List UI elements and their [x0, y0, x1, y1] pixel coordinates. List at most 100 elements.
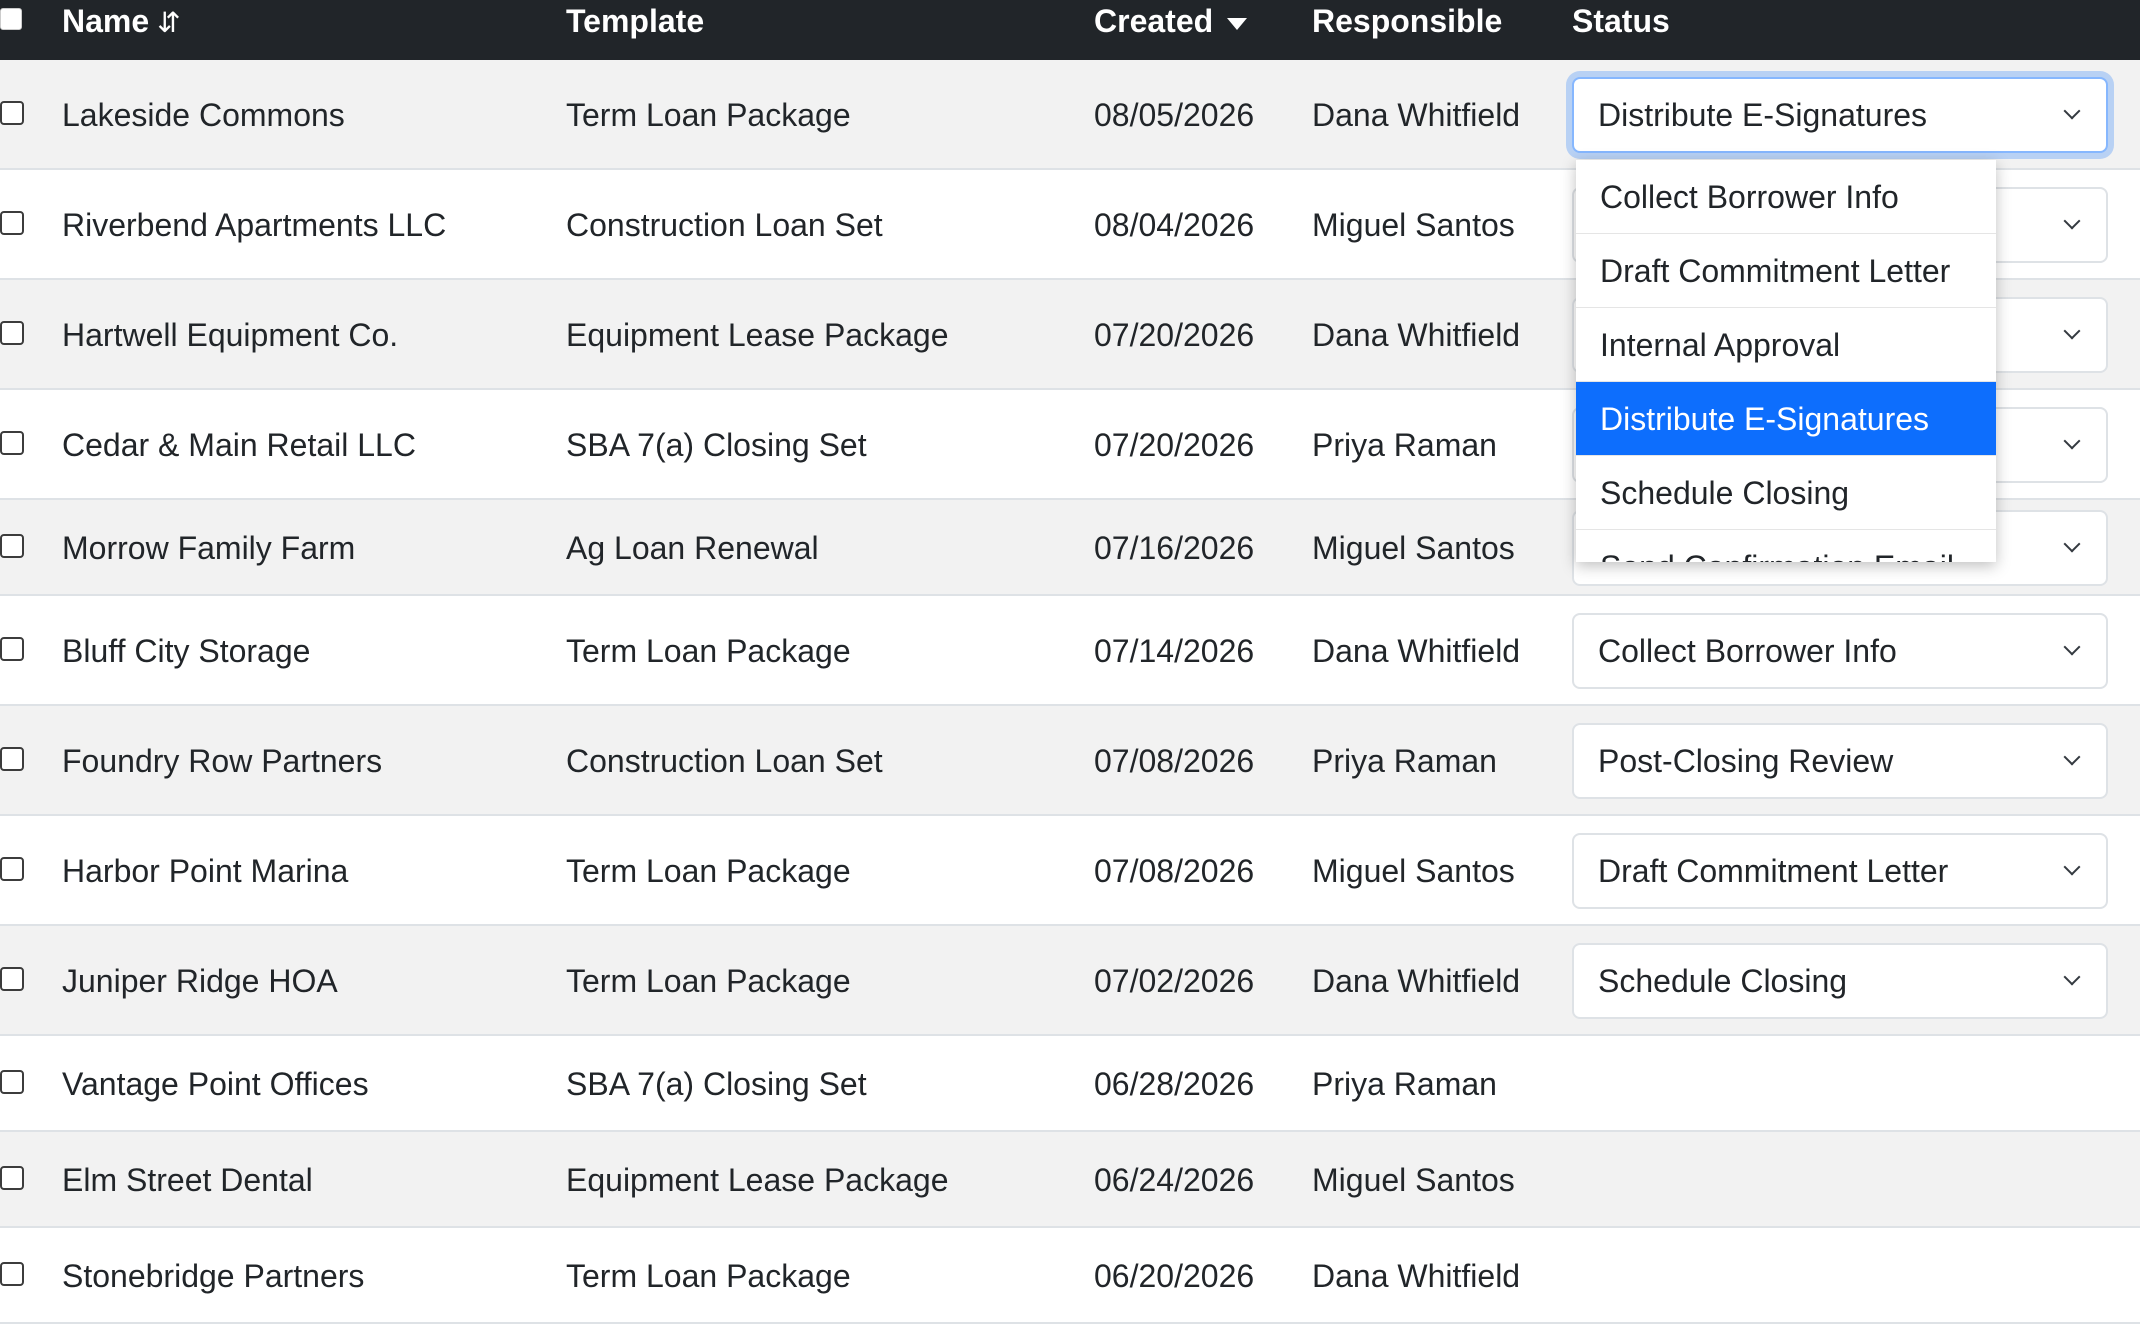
- cell-template: Ag Loan Renewal: [566, 530, 819, 566]
- table-row: Harbor Point Marina Term Loan Package 07/0…: [0, 816, 2140, 926]
- cell-template: SBA 7(a) Closing Set: [566, 1066, 867, 1102]
- dropdown-option[interactable]: Distribute E-Signatures: [1576, 382, 1996, 456]
- cell-created: 07/14/2026: [1094, 633, 1255, 669]
- cell-responsible: Dana Whitfield: [1312, 633, 1521, 669]
- row-checkbox[interactable]: [0, 1070, 24, 1094]
- cell-created: 08/04/2026: [1094, 207, 1255, 243]
- row-checkbox[interactable]: [0, 321, 24, 345]
- cell-template: Construction Loan Set: [566, 743, 883, 779]
- cell-responsible: Dana Whitfield: [1312, 963, 1521, 999]
- cell-created: 08/05/2026: [1094, 97, 1255, 133]
- cell-created: 06/28/2026: [1094, 1066, 1255, 1102]
- dropdown-option[interactable]: Schedule Closing: [1576, 456, 1996, 530]
- status-select-value: Collect Borrower Info: [1598, 633, 1897, 669]
- status-select-value: Draft Commitment Letter: [1598, 853, 1949, 889]
- cell-name: Harbor Point Marina: [62, 853, 349, 889]
- cell-responsible: Priya Raman: [1312, 427, 1497, 463]
- status-select[interactable]: Draft Commitment Letter: [1572, 833, 2108, 909]
- row-checkbox[interactable]: [0, 101, 24, 125]
- cell-name: Stonebridge Partners: [62, 1258, 365, 1294]
- row-checkbox[interactable]: [0, 637, 24, 661]
- table-row: Elm Street Dental Equipment Lease Package…: [0, 1132, 2140, 1228]
- column-header-status[interactable]: Status: [1572, 0, 1670, 44]
- status-select-value: Distribute E-Signatures: [1598, 97, 1928, 133]
- chevron-down-icon[interactable]: [2063, 748, 2081, 766]
- chevron-down-icon[interactable]: [2063, 535, 2081, 553]
- table-row: Lakeside Commons Term Loan Package 08/05/2…: [0, 60, 2140, 170]
- table-row: Vantage Point Offices SBA 7(a) Closing Se…: [0, 1036, 2140, 1132]
- table-row: Stonebridge Partners Term Loan Package 06/…: [0, 1228, 2140, 1324]
- cell-responsible: Miguel Santos: [1312, 853, 1515, 889]
- column-header-created-label: Created: [1094, 3, 1214, 39]
- cell-template: Construction Loan Set: [566, 207, 883, 243]
- table-row: Foundry Row Partners Construction Loan Se…: [0, 706, 2140, 816]
- cell-name: Foundry Row Partners: [62, 743, 383, 779]
- column-header-responsible[interactable]: Responsible: [1312, 0, 1502, 44]
- status-select[interactable]: Post-Closing Review: [1572, 723, 2108, 799]
- cell-responsible: Dana Whitfield: [1312, 317, 1521, 353]
- chevron-down-icon[interactable]: [2063, 858, 2081, 876]
- chevron-down-icon[interactable]: [2063, 968, 2081, 986]
- cell-template: Term Loan Package: [566, 963, 851, 999]
- cell-template: SBA 7(a) Closing Set: [566, 427, 867, 463]
- status-select[interactable]: Distribute E-Signatures: [1572, 77, 2108, 153]
- row-checkbox[interactable]: [0, 967, 24, 991]
- table-row: Bluff City Storage Term Loan Package 07/14…: [0, 596, 2140, 706]
- dropdown-option[interactable]: Send Confirmation Email: [1576, 530, 1996, 562]
- cell-responsible: Priya Raman: [1312, 743, 1497, 779]
- status-select[interactable]: Schedule Closing: [1572, 943, 2108, 1019]
- dropdown-option[interactable]: Internal Approval: [1576, 308, 1996, 382]
- cell-created: 07/02/2026: [1094, 963, 1255, 999]
- cell-template: Term Loan Package: [566, 633, 851, 669]
- cell-name: Elm Street Dental: [62, 1162, 313, 1198]
- cell-name: Cedar & Main Retail LLC: [62, 427, 416, 463]
- row-checkbox[interactable]: [0, 747, 24, 771]
- cell-template: Term Loan Package: [566, 97, 851, 133]
- column-header-name[interactable]: Name ⇵: [62, 0, 181, 44]
- cell-created: 06/24/2026: [1094, 1162, 1255, 1198]
- cell-responsible: Priya Raman: [1312, 1066, 1497, 1102]
- cell-created: 06/20/2026: [1094, 1258, 1255, 1294]
- status-select-value: Schedule Closing: [1598, 963, 1848, 999]
- cell-name: Bluff City Storage: [62, 633, 311, 669]
- table-row: Juniper Ridge HOA Term Loan Package 07/02/…: [0, 926, 2140, 1036]
- row-checkbox[interactable]: [0, 1262, 24, 1286]
- column-header-created[interactable]: Created: [1094, 0, 1248, 44]
- row-checkbox[interactable]: [0, 857, 24, 881]
- cell-template: Equipment Lease Package: [566, 317, 949, 353]
- cell-created: 07/20/2026: [1094, 317, 1255, 353]
- select-all-checkbox[interactable]: [0, 8, 22, 30]
- row-checkbox[interactable]: [0, 1166, 24, 1190]
- column-header-template[interactable]: Template: [566, 0, 704, 44]
- status-select-value: Post-Closing Review: [1598, 743, 1894, 779]
- row-checkbox[interactable]: [0, 534, 24, 558]
- cell-template: Term Loan Package: [566, 1258, 851, 1294]
- chevron-down-icon[interactable]: [2063, 432, 2081, 450]
- cell-name: Lakeside Commons: [62, 97, 345, 133]
- sort-arrows-icon[interactable]: ⇵: [157, 2, 180, 44]
- status-select[interactable]: Collect Borrower Info: [1572, 613, 2108, 689]
- cell-created: 07/08/2026: [1094, 853, 1255, 889]
- chevron-down-icon[interactable]: [2063, 212, 2081, 230]
- row-checkbox[interactable]: [0, 431, 24, 455]
- chevron-down-icon[interactable]: [2063, 102, 2081, 120]
- cell-responsible: Miguel Santos: [1312, 530, 1515, 566]
- chevron-down-icon[interactable]: [2063, 322, 2081, 340]
- caret-down-icon[interactable]: [1227, 17, 1248, 30]
- dropdown-option[interactable]: Collect Borrower Info: [1576, 160, 1996, 234]
- cell-responsible: Dana Whitfield: [1312, 1258, 1521, 1294]
- chevron-down-icon[interactable]: [2063, 638, 2081, 656]
- cell-created: 07/20/2026: [1094, 427, 1255, 463]
- cell-template: Equipment Lease Package: [566, 1162, 949, 1198]
- cell-responsible: Miguel Santos: [1312, 207, 1515, 243]
- cell-name: Juniper Ridge HOA: [62, 963, 338, 999]
- dropdown-option[interactable]: Draft Commitment Letter: [1576, 234, 1996, 308]
- cell-created: 07/08/2026: [1094, 743, 1255, 779]
- row-checkbox[interactable]: [0, 211, 24, 235]
- cell-created: 07/16/2026: [1094, 530, 1255, 566]
- cell-name: Riverbend Apartments LLC: [62, 207, 447, 243]
- cell-name: Morrow Family Farm: [62, 530, 356, 566]
- table-header: Name ⇵ Template Created Responsible Statu…: [0, 0, 2140, 60]
- status-dropdown-menu: Collect Borrower Info Draft Commitment Le…: [1576, 160, 1996, 562]
- cell-template: Term Loan Package: [566, 853, 851, 889]
